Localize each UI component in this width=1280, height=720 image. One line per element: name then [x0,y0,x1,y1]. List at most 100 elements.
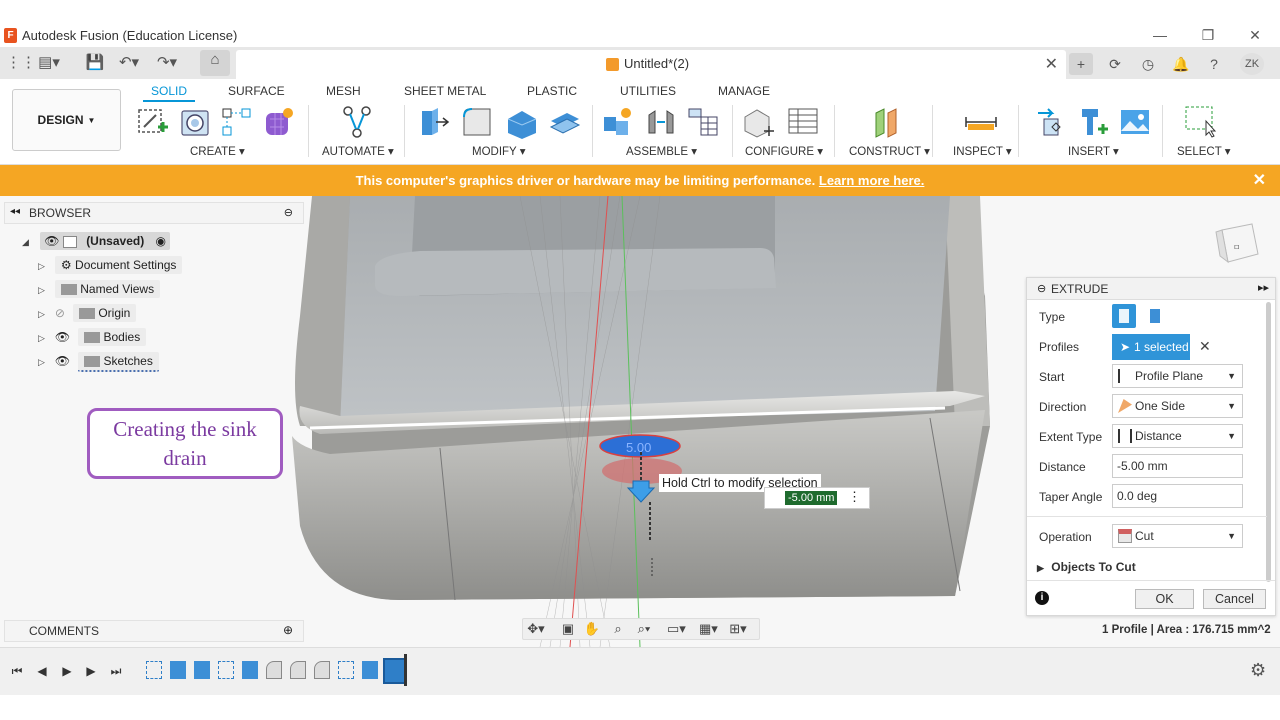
create-form-icon[interactable] [178,105,212,139]
undo-icon[interactable]: ↶▾ [118,53,140,73]
create-sketch-icon[interactable] [136,105,170,139]
viewports-icon[interactable]: ⊞▾ [729,621,747,637]
tab-manage[interactable]: MANAGE [718,84,770,98]
browser-item-bodies[interactable]: ▷ 👁 Bodies [38,328,147,348]
timeline-settings-gear-icon[interactable]: ⚙ [1250,660,1266,681]
insert-canvas-icon[interactable] [1118,105,1152,139]
cancel-button[interactable]: Cancel [1203,589,1266,609]
tab-surface[interactable]: SURFACE [228,84,285,98]
clear-selection-icon[interactable]: ✕ [1199,338,1211,355]
restore-icon[interactable]: ❐ [1198,27,1218,44]
go-to-end-icon[interactable]: ⏭ [107,662,125,680]
ok-button[interactable]: OK [1135,589,1194,609]
expand-arrow-icon[interactable]: ▷ [38,261,45,271]
taper-angle-input[interactable]: 0.0 deg [1112,484,1243,508]
combine-icon[interactable] [548,105,582,139]
more-options-icon[interactable]: ⋮ [848,489,861,505]
new-component-icon[interactable] [600,105,634,139]
browser-item-sketches[interactable]: ▷ 👁 Sketches [38,352,159,372]
extent-type-select[interactable]: Distance ▼ [1112,424,1243,448]
group-select[interactable]: SELECT ▾ [1177,144,1231,158]
orbit-icon[interactable]: ✥▾ [527,621,545,637]
select-icon[interactable] [1184,105,1218,139]
go-to-start-icon[interactable]: ⏮ [8,662,26,680]
fit-icon[interactable]: ⌕▾ [635,621,653,637]
group-insert[interactable]: INSERT ▾ [1068,144,1119,158]
insert-mcmaster-icon[interactable] [1076,105,1110,139]
minimize-icon[interactable]: — [1150,27,1170,43]
close-banner-icon[interactable]: ✕ [1253,165,1266,196]
timeline-feature-sketch[interactable] [218,661,234,679]
type-solid-button[interactable] [1112,304,1136,328]
redo-icon[interactable]: ↷▾ [156,53,178,73]
grid-settings-icon[interactable]: ▦▾ [699,621,718,637]
extrude-dialog-header[interactable]: ⊖ EXTRUDE ▸▸ [1027,278,1275,300]
apps-grid-icon[interactable]: ⋮⋮ [6,53,36,73]
automate-icon[interactable] [340,105,374,139]
close-window-icon[interactable]: ✕ [1245,27,1265,44]
configure-icon[interactable] [742,105,776,139]
tab-mesh[interactable]: MESH [326,84,361,98]
browser-root-row[interactable]: ◢ 👁 (Unsaved) ◉ [22,232,171,252]
group-modify[interactable]: MODIFY ▾ [472,144,525,158]
expand-arrow-icon[interactable]: ▷ [38,285,45,295]
activate-radio-icon[interactable]: ◉ [156,234,166,248]
timeline-feature-extrude[interactable] [242,661,258,679]
group-configure[interactable]: CONFIGURE ▾ [745,144,823,158]
notifications-icon[interactable]: 🔔 [1169,53,1193,75]
timeline-feature-fillet[interactable] [266,661,282,679]
add-comment-icon[interactable]: ⊕ [283,623,293,637]
objects-to-cut-section[interactable]: ▶ Objects To Cut [1037,560,1136,574]
press-pull-icon[interactable] [416,105,450,139]
measure-icon[interactable] [964,105,998,139]
tab-sheet-metal[interactable]: SHEET METAL [404,84,486,98]
start-select[interactable]: Profile Plane ▼ [1112,364,1243,388]
visibility-eye-icon[interactable]: 👁 [55,330,70,344]
info-icon[interactable]: i [1035,591,1049,605]
step-forward-icon[interactable]: ▶ [82,662,100,680]
look-at-icon[interactable]: ▣ [559,621,577,637]
minimize-dialog-icon[interactable]: ⊖ [1037,282,1046,295]
browser-item-origin[interactable]: ▷ ⊘ Origin [38,304,137,324]
timeline-feature-extrude[interactable] [362,661,378,679]
group-inspect[interactable]: INSPECT ▾ [953,144,1012,158]
viewcube-icon[interactable]: ㅁ [1215,223,1259,264]
distance-inline-value[interactable]: -5.00 mm [785,491,838,505]
display-settings-icon[interactable]: ▭▾ [667,621,686,637]
profiles-selection-button[interactable]: ➤ 1 selected [1112,334,1190,360]
comments-panel-header[interactable]: COMMENTS ⊕ [4,620,304,642]
timeline-feature-extrude[interactable] [194,661,210,679]
timeline-feature-fillet[interactable] [314,661,330,679]
group-automate[interactable]: AUTOMATE ▾ [322,144,394,158]
shell-icon[interactable] [504,105,538,139]
learn-more-link[interactable]: Learn more here. [819,173,925,188]
extensions-icon[interactable]: ⟳ [1103,53,1127,75]
document-tab[interactable]: Untitled*(2) ✕ [236,50,1066,79]
hidden-eye-icon[interactable]: ⊘ [55,306,65,320]
zoom-icon[interactable]: ⌕ [609,621,627,637]
collapse-browser-icon[interactable]: ◂◂ [10,206,20,217]
browser-panel-header[interactable]: ◂◂ BROWSER ⊖ [4,202,304,224]
visibility-eye-icon[interactable]: 👁 [44,234,59,248]
dialog-scrollbar[interactable] [1266,302,1271,582]
expand-arrow-icon[interactable]: ◢ [22,237,29,247]
close-tab-icon[interactable]: ✕ [1045,54,1058,74]
file-menu-icon[interactable]: ▤▾ [38,53,60,73]
minimize-panel-icon[interactable]: ⊖ [284,206,293,219]
expand-arrow-icon[interactable]: ▷ [38,309,45,319]
group-assemble[interactable]: ASSEMBLE ▾ [626,144,697,158]
direction-select[interactable]: One Side ▼ [1112,394,1243,418]
timeline-feature-fillet[interactable] [290,661,306,679]
offset-plane-icon[interactable] [870,105,904,139]
save-icon[interactable]: 💾 [84,53,106,73]
distance-input[interactable]: -5.00 mm [1112,454,1243,478]
home-icon[interactable]: ⌂ [200,50,230,76]
pan-icon[interactable]: ✋ [583,621,601,637]
type-thin-button[interactable] [1143,304,1167,328]
timeline-feature-sketch[interactable] [338,661,354,679]
workspace-switcher-button[interactable]: DESIGN ▼ [12,89,121,151]
tab-plastic[interactable]: PLASTIC [527,84,577,98]
expand-arrow-icon[interactable]: ▷ [38,333,45,343]
create-form-purple-icon[interactable] [262,105,296,139]
configuration-table-icon[interactable] [786,105,820,139]
